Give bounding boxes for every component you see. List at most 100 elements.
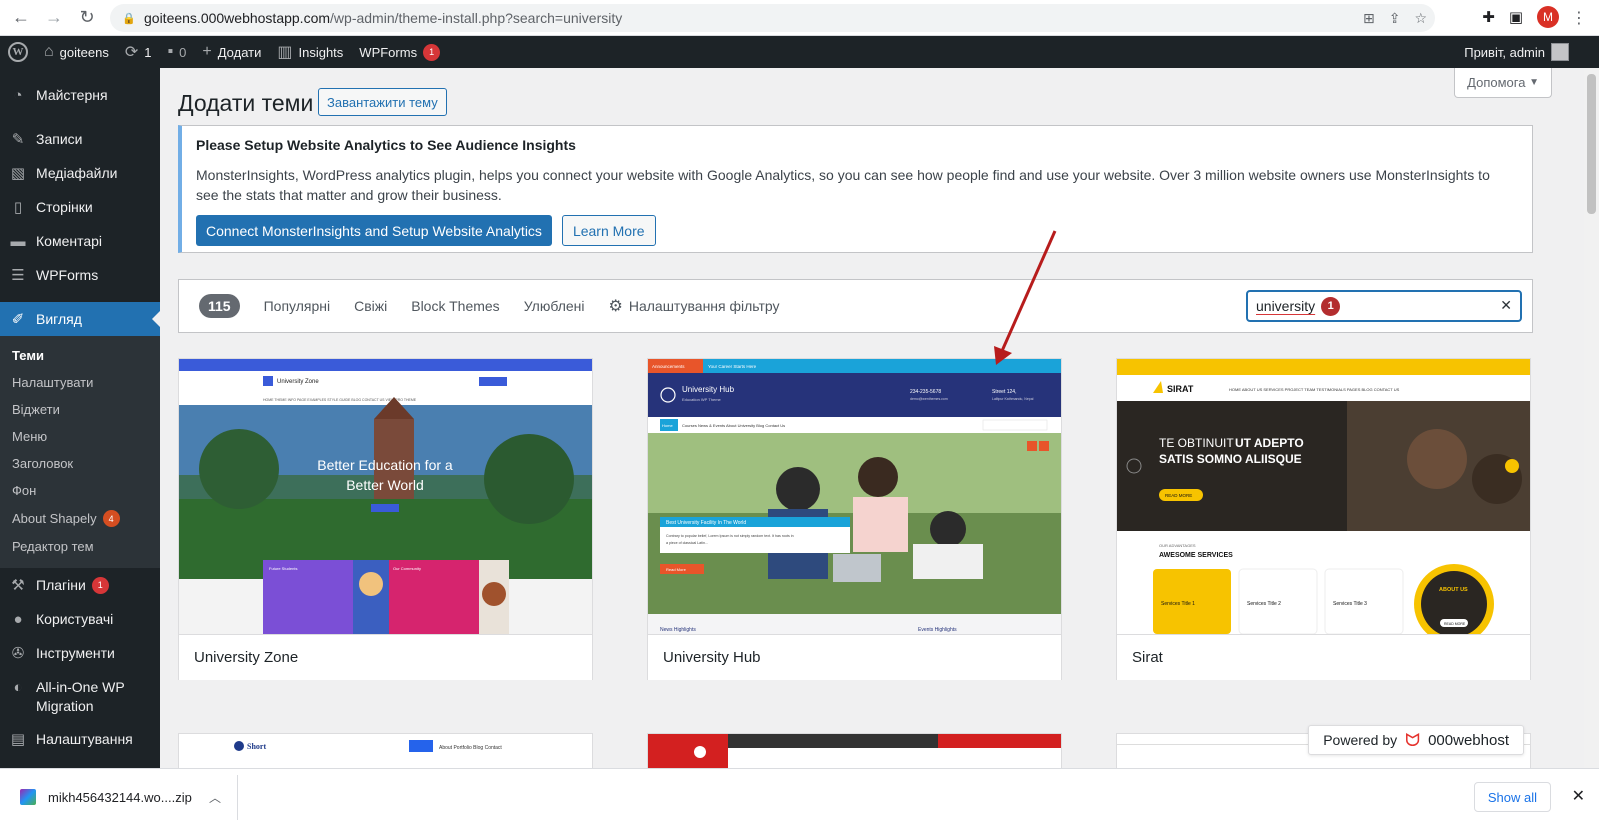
translate-icon[interactable]: ⊞ [1363,10,1375,27]
user-icon: ● [13,610,23,628]
uz-card-2: Our Community [393,566,421,571]
sirat-logo: SIRAT [1167,384,1194,394]
theme-card-university-zone[interactable]: University Zone HOME THEME INFO PAGE EXA… [178,358,593,680]
menu-settings[interactable]: ▤ Налаштування [0,722,160,756]
menu-label: All-in-One WP Migration [36,679,125,714]
theme-card-sirat[interactable]: SIRAT HOME ABOUT US SERVICES PROJECT TEA… [1116,358,1531,680]
updates-link[interactable]: ⟳ 1 [117,36,160,68]
new-content-link[interactable]: + Додати [194,36,269,68]
submenu-label: Заголовок [12,456,74,471]
wp-logo-menu[interactable]: W [0,36,36,68]
menu-tools[interactable]: ✇ Інструменти [0,636,160,670]
theme-screenshot: University Zone HOME THEME INFO PAGE EXA… [179,359,592,634]
site-name-link[interactable]: ⌂ goiteens [36,36,117,68]
my-account-link[interactable]: Привіт, admin [1464,36,1569,68]
uh-phone: 234-235-5678 [910,389,941,395]
reload-icon[interactable]: ↻ [75,6,99,30]
submenu-widgets[interactable]: Віджети [0,396,160,423]
profile-avatar[interactable]: M [1537,6,1559,28]
filter-latest[interactable]: Свіжі [354,298,387,314]
theme-search-input[interactable]: university 1 ✕ [1246,290,1522,322]
menu-label: Сторінки [36,199,93,215]
menu-dashboard[interactable]: ◔ Майстерня [0,78,160,112]
powered-brand: 000webhost [1428,731,1509,749]
submenu-theme-editor[interactable]: Редактор тем [0,533,160,560]
insights-label: Insights [298,44,344,60]
feature-filter-button[interactable]: ⚙ Налаштування фільтру [609,296,780,316]
feature-filter-label: Налаштування фільтру [628,298,780,314]
insights-link[interactable]: ▥ Insights [269,36,351,68]
filter-popular[interactable]: Популярні [264,298,331,314]
theme-card-partial[interactable]: Short About Portfolio Blog Contact [178,733,593,768]
svg-text:Home: Home [662,423,673,428]
menu-comments[interactable]: ▬ Коментарі [0,224,160,258]
uh-addr1: Street 124, [992,389,1016,395]
sirat-preview: SIRAT HOME ABOUT US SERVICES PROJECT TEA… [1117,359,1530,634]
sirat-service-3: Services Title 3 [1333,601,1367,607]
admin-menu: ◔ Майстерня ✎ Записи ▧ Медіафайли ▯ Сторінки… [0,68,160,768]
menu-media[interactable]: ▧ Медіафайли [0,156,160,190]
uh-announce-text: Your Career Starts Here [708,364,757,369]
address-bar[interactable]: 🔒 goiteens.000webhostapp.com/wp-admin/th… [110,4,1435,32]
extensions-icon[interactable]: ✚ [1482,8,1495,26]
sirat-more: READ MORE [1444,622,1466,626]
sirat-headline-1b: UT ADEPTO [1235,436,1304,450]
submenu-background[interactable]: Фон [0,477,160,504]
menu-plugins[interactable]: ⚒ Плагіни 1 [0,568,160,602]
page-scrollbar[interactable] [1584,68,1599,768]
menu-label: Плагіни [36,577,86,593]
learn-more-button[interactable]: Learn More [561,215,656,246]
help-tab-button[interactable]: Допомога ▼ [1454,68,1552,98]
updates-icon: ⟳ [124,44,139,61]
back-icon[interactable]: ← [9,6,33,30]
filter-favorites[interactable]: Улюблені [524,298,585,314]
webhost-logo-icon: ᗢ [1405,729,1421,750]
submenu-about-shapely[interactable]: About Shapely 4 [0,504,160,533]
upload-theme-button[interactable]: Завантажити тему [318,88,447,116]
chrome-menu-icon[interactable]: ⋮ [1571,8,1587,28]
powered-by-badge[interactable]: Powered by ᗢ 000webhost [1308,725,1524,755]
menu-label: Налаштування [36,731,133,747]
partial-theme-preview: Short About Portfolio Blog Contact [179,734,592,768]
powered-label: Powered by [1323,732,1398,748]
caret-down-icon: ▼ [1529,77,1539,88]
download-item[interactable]: mikh456432144.wo....zip ︿ [0,774,238,820]
submenu-header[interactable]: Заголовок [0,450,160,477]
sirat-service-1: Services Title 1 [1161,601,1195,607]
menu-migration[interactable]: ◐ All-in-One WP Migration [0,670,160,722]
theme-name: University Zone [194,649,299,666]
filter-block-themes[interactable]: Block Themes [411,298,499,314]
menu-label: Користувачі [36,611,114,627]
updates-count: 1 [144,44,152,60]
submenu-label: Редактор тем [12,539,94,554]
wpforms-link[interactable]: WPForms 1 [351,36,448,68]
theme-card-university-hub[interactable]: Announcements Your Career Starts Here Un… [647,358,1062,680]
comment-icon: ▪ [167,43,174,60]
menu-posts[interactable]: ✎ Записи [0,122,160,156]
comments-link[interactable]: ▪ 0 [159,36,194,68]
annotation-badge: 1 [1321,296,1341,316]
chevron-up-icon[interactable]: ︿ [209,789,221,806]
menu-users[interactable]: ● Користувачі [0,602,160,636]
menu-wpforms[interactable]: ☰ WPForms [0,258,160,292]
submenu-themes[interactable]: Теми [0,342,160,369]
forward-icon[interactable]: → [42,6,66,30]
share-icon[interactable]: ⇪ [1389,10,1401,27]
submenu-customize[interactable]: Налаштувати [0,369,160,396]
close-icon[interactable]: ✕ [1572,786,1585,806]
clear-search-icon[interactable]: ✕ [1500,297,1512,314]
comments-icon: ▬ [10,232,26,250]
menu-label: Коментарі [36,233,103,249]
menu-appearance[interactable]: ✐ Вигляд [0,302,160,336]
submenu-menus[interactable]: Меню [0,423,160,450]
theme-card-partial[interactable] [647,733,1062,768]
scrollbar-thumb[interactable] [1587,74,1596,214]
uh-tagline: Education WP Theme [682,397,722,402]
sirat-headline-2: SATIS SOMNO ALIISQUE [1159,452,1302,466]
menu-pages[interactable]: ▯ Сторінки [0,190,160,224]
bookmark-star-icon[interactable]: ☆ [1414,10,1427,27]
sidepanel-icon[interactable]: ▣ [1509,8,1523,26]
show-all-downloads-button[interactable]: Show all [1473,782,1551,812]
wp-admin-bar: W ⌂ goiteens ⟳ 1 ▪ 0 + Додати ▥ Insights WPFo… [0,36,1599,68]
connect-monsterinsights-button[interactable]: Connect MonsterInsights and Setup Websit… [196,215,552,246]
